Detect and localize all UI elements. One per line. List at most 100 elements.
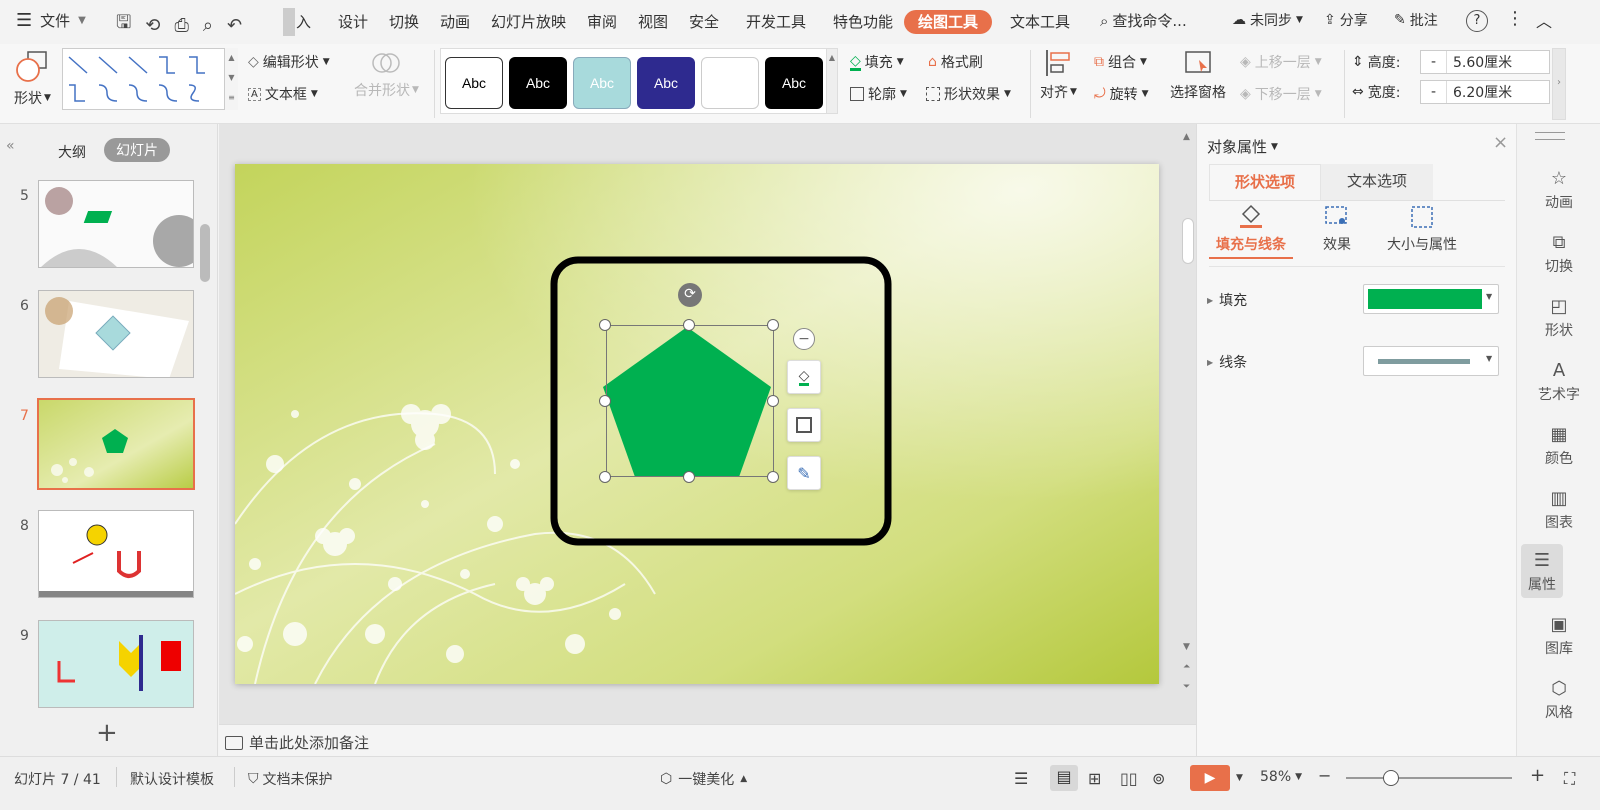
tab-outline[interactable]: 大纲 [58, 142, 86, 162]
fill-button[interactable]: ◇ 填充 ▼ [850, 52, 904, 72]
save-icon[interactable]: 🖫 [116, 10, 131, 40]
style-gallery-scroll[interactable]: ▲ [826, 48, 838, 114]
fit-window-icon[interactable]: ⛶ [1564, 769, 1575, 789]
sidebar-item-chart[interactable]: ▥ 图表 [1517, 488, 1600, 532]
resize-handle[interactable] [599, 395, 611, 407]
sidebar-menu-icon[interactable] [1535, 132, 1565, 140]
slide-thumbnail-5[interactable] [38, 180, 194, 268]
tab-design[interactable]: 设计 [338, 10, 368, 34]
tab-insert[interactable]: 入 [296, 10, 311, 34]
quick-fill-button[interactable]: ◇ [787, 360, 821, 394]
shape-button[interactable]: 形状 ▼ [14, 50, 51, 108]
collapse-ribbon-icon[interactable]: ︿ [1536, 8, 1552, 32]
design-template[interactable]: 默认设计模板 [130, 769, 214, 789]
help-icon[interactable]: ? [1466, 10, 1488, 32]
search-command[interactable]: ⌕ 查找命令... [1100, 10, 1187, 31]
gallery-scroll[interactable]: ▲ ▼ ≡ [224, 48, 238, 110]
width-input[interactable]: -6.20厘米 [1420, 80, 1550, 104]
tab-slides[interactable]: 幻灯片 [104, 138, 170, 162]
sidebar-item-shape[interactable]: ◰ 形状 [1517, 296, 1600, 340]
document-protection[interactable]: ⛉ 文档未保护 [248, 769, 333, 789]
normal-view-icon[interactable]: ▤ [1050, 765, 1078, 791]
slide-thumbnail-7[interactable] [37, 398, 195, 490]
bring-forward-button[interactable]: ◈ 上移一层 ▼ [1240, 52, 1322, 72]
tab-transition[interactable]: 切换 [389, 10, 419, 34]
resize-handle[interactable] [767, 395, 779, 407]
fill-color-picker[interactable]: ▼ [1363, 284, 1499, 314]
style-preset-1[interactable]: Abc [445, 57, 503, 109]
sidebar-item-transition[interactable]: ⧉ 切换 [1517, 232, 1600, 276]
undo-history-icon[interactable]: ⟲ [145, 15, 160, 36]
collapse-toolbar-icon[interactable]: − [793, 328, 815, 350]
panel-title[interactable]: 对象属性 ▼ [1207, 136, 1278, 157]
send-backward-button[interactable]: ◈ 下移一层 ▼ [1240, 84, 1322, 104]
merge-shape-button[interactable]: 合并形状 ▼ [354, 50, 419, 100]
slide-thumbnail-6[interactable] [38, 290, 194, 378]
edit-shape-button[interactable]: ◇ 编辑形状 ▼ [248, 52, 330, 72]
print-preview-icon[interactable]: ⌕ [203, 15, 213, 36]
zoom-in-button[interactable]: + [1530, 765, 1545, 786]
tab-review[interactable]: 审阅 [587, 10, 617, 34]
zoom-level[interactable]: 58% ▼ [1260, 769, 1302, 785]
textbox-button[interactable]: A 文本框 ▼ [248, 84, 318, 104]
zoom-slider-track[interactable] [1346, 777, 1512, 779]
style-preset-6[interactable]: Abc [765, 57, 823, 109]
ribbon-scroll-right[interactable]: › [1552, 48, 1566, 120]
share-button[interactable]: ⇪ 分享 [1324, 10, 1368, 30]
resize-handle[interactable] [767, 471, 779, 483]
presenter-view-icon[interactable]: ⊚ [1152, 769, 1165, 788]
thumbnail-scrollbar[interactable] [200, 224, 210, 282]
sidebar-item-wordart[interactable]: A 艺术字 [1517, 360, 1600, 404]
tab-shape-options[interactable]: 形状选项 [1209, 164, 1321, 200]
align-button[interactable]: 对齐 ▼ [1040, 48, 1077, 102]
zoom-slider-thumb[interactable] [1382, 770, 1399, 786]
file-menu[interactable]: ☰ 文件 ▼ [16, 10, 86, 31]
quick-outline-button[interactable] [787, 408, 821, 442]
tab-text-options[interactable]: 文本选项 [1321, 164, 1433, 200]
quick-style-button[interactable]: ✎ [787, 456, 821, 490]
style-preset-2[interactable]: Abc [509, 57, 567, 109]
sync-button[interactable]: ☁ 未同步 ▼ [1232, 10, 1303, 30]
subtab-size[interactable]: 大小与属性 [1383, 204, 1461, 254]
width-decrement[interactable]: - [1421, 81, 1447, 103]
add-slide-button[interactable]: + [96, 718, 118, 748]
play-icon[interactable]: ▶ [1190, 765, 1230, 791]
line-section-toggle[interactable]: ▶ 线条 [1207, 352, 1247, 372]
canvas-scrollbar[interactable] [1182, 218, 1194, 264]
sidebar-item-color[interactable]: ▦ 颜色 [1517, 424, 1600, 468]
zoom-out-button[interactable]: − [1318, 766, 1331, 785]
resize-handle[interactable] [599, 319, 611, 331]
tab-developer[interactable]: 开发工具 [746, 10, 806, 34]
resize-handle[interactable] [683, 471, 695, 483]
subtab-fill-line[interactable]: 填充与线条 [1209, 204, 1293, 259]
group-button[interactable]: ⧉ 组合 ▼ [1094, 52, 1147, 72]
tab-drawing-tools[interactable]: 绘图工具 [904, 10, 993, 34]
scroll-left-button[interactable] [283, 8, 295, 36]
fill-section-toggle[interactable]: ▶ 填充 [1207, 290, 1247, 310]
comment-button[interactable]: ✎ 批注 [1394, 10, 1438, 30]
selection-pane-button[interactable]: 选择窗格 [1170, 48, 1226, 102]
tab-text-tools[interactable]: 文本工具 [1010, 10, 1070, 34]
print-icon[interactable]: ⎙ [174, 15, 188, 36]
sidebar-item-animation[interactable]: ☆ 动画 [1517, 168, 1600, 212]
shape-effect-button[interactable]: 形状效果 ▼ [926, 84, 1011, 104]
tab-slideshow[interactable]: 幻灯片放映 [491, 10, 566, 34]
height-decrement[interactable]: - [1421, 51, 1447, 73]
next-slide-icon[interactable]: ⏷ [1183, 682, 1190, 692]
undo-icon[interactable]: ↶ [227, 15, 242, 36]
close-icon[interactable]: × [1493, 132, 1508, 153]
slide-canvas[interactable]: ⟳ − ◇ ✎ [235, 164, 1159, 684]
rotate-button[interactable]: ⤾ 旋转 ▼ [1094, 84, 1149, 104]
scroll-up-icon[interactable]: ▲ [1183, 132, 1190, 142]
reading-view-icon[interactable]: ▯▯ [1120, 769, 1138, 788]
line-style-picker[interactable]: ▼ [1363, 346, 1499, 376]
style-preset-5[interactable] [701, 57, 759, 109]
tab-security[interactable]: 安全 [689, 10, 719, 34]
sidebar-item-style[interactable]: ⬡ 风格 [1517, 678, 1600, 722]
tab-view[interactable]: 视图 [638, 10, 668, 34]
tab-special[interactable]: 特色功能 [833, 10, 893, 34]
subtab-effect[interactable]: 效果 [1315, 204, 1359, 254]
height-input[interactable]: -5.60厘米 [1420, 50, 1550, 74]
slide-thumbnail-8[interactable] [38, 510, 194, 598]
resize-handle[interactable] [599, 471, 611, 483]
